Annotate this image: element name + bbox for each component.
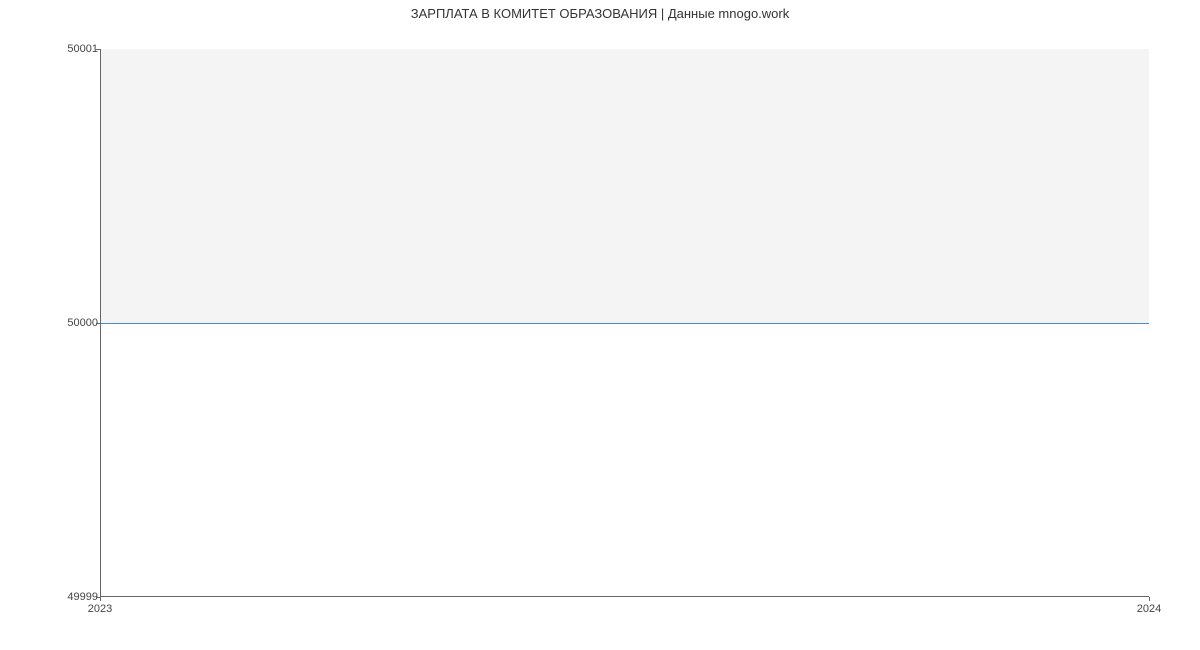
x-tick-label: 2024 (1137, 603, 1161, 615)
x-tick-label: 2023 (88, 603, 112, 615)
plot-area (100, 49, 1149, 597)
chart-title: ЗАРПЛАТА В КОМИТЕТ ОБРАЗОВАНИЯ | Данные … (0, 0, 1200, 21)
y-tick-label: 50000 (67, 317, 98, 329)
y-tick-label: 50001 (67, 43, 98, 55)
x-tick-mark (100, 597, 101, 601)
x-tick-mark (1149, 597, 1150, 601)
data-line (101, 323, 1149, 324)
y-tick-label: 49999 (67, 591, 98, 603)
area-fill (101, 49, 1149, 323)
chart-container: ЗАРПЛАТА В КОМИТЕТ ОБРАЗОВАНИЯ | Данные … (0, 0, 1200, 650)
